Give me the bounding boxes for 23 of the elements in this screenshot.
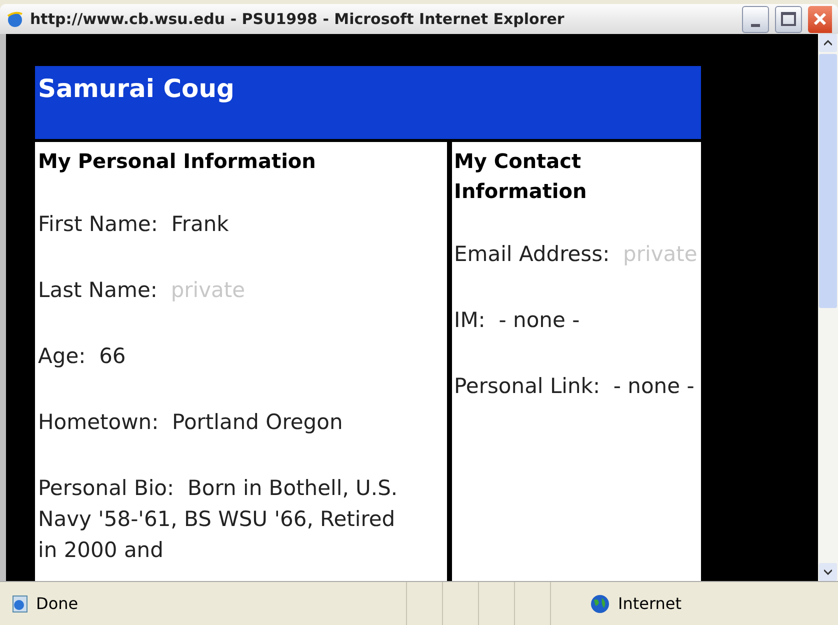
browser-icon [6, 10, 24, 28]
close-button[interactable] [808, 6, 832, 32]
scroll-down-icon[interactable] [819, 563, 837, 581]
window-title: http://www.cb.wsu.edu - PSU1998 - Microsoft Internet Explorer [30, 8, 564, 30]
scroll-up-icon[interactable] [819, 34, 837, 52]
zone-text: Internet [618, 592, 682, 614]
close-icon [813, 12, 827, 26]
profile-field: Hometown: Portland Oregon [38, 407, 403, 438]
globe-icon [590, 594, 610, 614]
profile-field: IM: - none - [454, 305, 699, 336]
profile-field: Personal Link: - none - [454, 371, 699, 402]
profile-field: First Name: Frank [38, 209, 403, 240]
maximize-button[interactable] [775, 6, 802, 32]
status-text: Done [36, 592, 80, 614]
profile-field: Age: 66 [38, 341, 403, 372]
scrollbar[interactable] [818, 34, 838, 581]
profile-name: Samurai Coug [38, 74, 234, 103]
profile-field: Personal Bio: Born in Bothell, U.S. Navy '58-'61, BS WSU '66, Retired in 2000 and [38, 473, 403, 566]
page-icon [10, 594, 30, 614]
scroll-thumb[interactable] [819, 54, 837, 308]
section-heading: My Contact Information [454, 148, 588, 205]
minimize-button[interactable] [742, 6, 769, 32]
section-heading: My Personal Information [38, 148, 317, 175]
